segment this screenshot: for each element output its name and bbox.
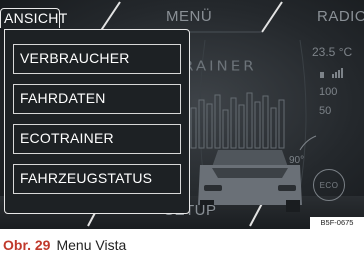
menu-item-verbraucher[interactable]: VERBRAUCHER — [13, 44, 181, 74]
tab-menu[interactable]: MENÜ — [166, 8, 212, 25]
scale-high-label: 100 — [319, 86, 338, 98]
infotainment-screen: MENÜ RADIO SETUP RAINER 23.5 °C 100 50 9… — [0, 0, 364, 229]
figure-caption: Obr. 29 Menu Vista — [3, 237, 126, 253]
menu-item-fahrdaten[interactable]: FAHRDATEN — [13, 84, 181, 114]
figure-number: Obr. 29 — [3, 237, 51, 253]
scale-low-label: 50 — [319, 105, 332, 117]
ansicht-tab-label: ANSICHT — [4, 10, 68, 26]
eco-icon[interactable]: ECO — [313, 169, 345, 201]
view-menu-panel: VERBRAUCHER FAHRDATEN ECOTRAINER FAHRZEU… — [4, 29, 190, 214]
menu-item-fahrzeugstatus[interactable]: FAHRZEUGSTATUS — [13, 164, 181, 194]
steering-angle-label: 90° — [289, 155, 305, 166]
menu-item-ecotrainer[interactable]: ECOTRAINER — [13, 124, 181, 154]
figure-code: B5F-0675 — [310, 217, 364, 229]
eco-label: ECO — [319, 180, 339, 190]
ecotrainer-brand-text: RAINER — [183, 57, 257, 75]
figure-title: Menu Vista — [56, 237, 127, 253]
tab-radio[interactable]: RADIO — [317, 8, 364, 25]
outside-temperature: 23.5 °C — [312, 45, 353, 59]
eco-bars — [190, 92, 285, 149]
